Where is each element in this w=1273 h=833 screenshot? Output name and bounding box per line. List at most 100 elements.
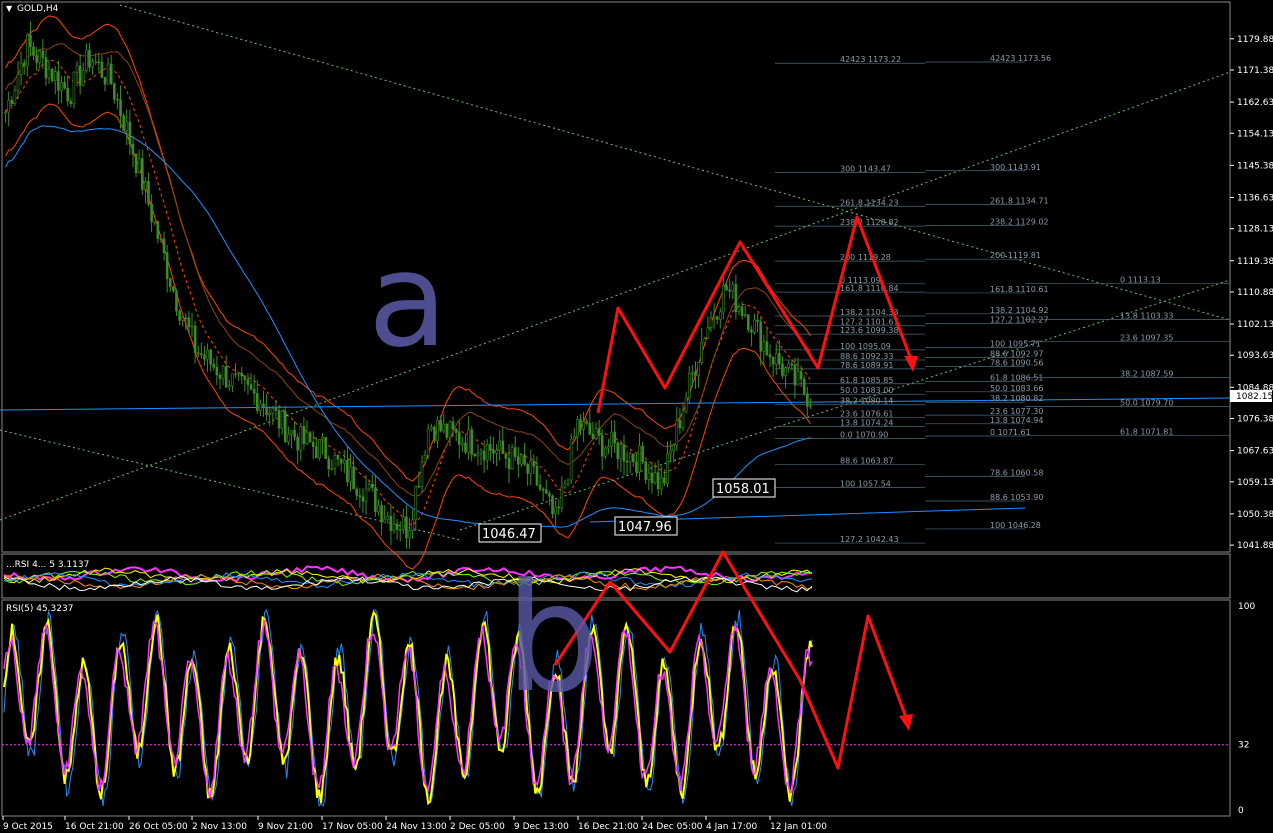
- candle-body: [793, 365, 797, 386]
- candle-body: [240, 372, 244, 377]
- dropdown-arrow-icon[interactable]: ▼: [6, 4, 13, 13]
- candle-body: [461, 442, 464, 445]
- candle-body: [628, 453, 632, 463]
- candle-body: [588, 423, 592, 435]
- candle-body: [591, 433, 595, 439]
- candle-body: [659, 477, 663, 490]
- candle-body: [436, 420, 439, 442]
- candle-body: [672, 444, 676, 452]
- candle-body: [448, 421, 452, 438]
- candle-body: [280, 410, 284, 429]
- candle-body: [184, 317, 188, 320]
- candle-body: [513, 447, 517, 457]
- candle-body: [706, 327, 710, 339]
- rsi-lines: [2, 609, 1230, 807]
- candle-body: [243, 375, 247, 380]
- candle-body: [196, 352, 200, 355]
- time-axis-label: 26 Oct 05:00: [129, 822, 188, 832]
- candle-body: [433, 426, 436, 442]
- candle-body: [386, 515, 390, 520]
- fib-level-label: 261.8 1134.23: [840, 198, 899, 207]
- price-axis-label: 1145.38: [1237, 161, 1273, 171]
- price-axis-label: 1110.88: [1237, 288, 1273, 298]
- candle-body: [311, 441, 315, 447]
- candle-body: [57, 71, 60, 91]
- candle-body: [305, 432, 309, 445]
- wave-label-a: a: [368, 224, 448, 376]
- fib-level-label: 50.0 1079.70: [1120, 398, 1173, 407]
- fib-level-label: 23.6 1077.30: [990, 407, 1043, 416]
- fib-level-label: 261.8 1134.71: [990, 197, 1049, 206]
- candle-body: [479, 450, 483, 454]
- candle-body: [140, 158, 144, 190]
- candle-body: [10, 99, 14, 104]
- candle-body: [361, 496, 365, 502]
- candle-body: [722, 285, 725, 313]
- candle-body: [355, 488, 359, 496]
- time-axis-label: 4 Jan 17:00: [706, 822, 758, 832]
- candle-body: [380, 505, 383, 523]
- time-axis-label: 2 Nov 13:00: [192, 822, 247, 832]
- candle-body: [781, 363, 784, 376]
- candle-body: [607, 446, 610, 449]
- candle-body: [367, 483, 371, 490]
- fib-level-label: 42423 1173.56: [990, 54, 1051, 63]
- candle-body: [290, 429, 293, 435]
- time-axis-label: 24 Dec 05:00: [642, 822, 703, 832]
- candle-body: [420, 461, 424, 487]
- candle-body: [806, 393, 809, 407]
- candle-body: [544, 489, 548, 494]
- swing-low-1-label: 1046.47: [482, 527, 536, 542]
- candle-body: [274, 408, 278, 411]
- fib-level-label: 78.6 1090.56: [990, 358, 1043, 367]
- rsi-axis-label: 0: [1238, 806, 1244, 816]
- candle-body: [526, 463, 529, 474]
- candle-body: [26, 34, 29, 67]
- fib-level-label: 61.8 1086.51: [990, 373, 1043, 382]
- fib-level-label: 23.6 1097.35: [1120, 334, 1173, 343]
- candle-body: [150, 203, 153, 223]
- candle-body: [315, 446, 318, 459]
- candle-body: [613, 431, 616, 444]
- candle-body: [529, 460, 533, 474]
- candle-body: [119, 99, 122, 116]
- fib-level-label: 38.2 1080.14: [840, 397, 893, 406]
- candle-body: [597, 428, 601, 436]
- candle-body: [756, 319, 759, 323]
- candle-body: [666, 453, 669, 484]
- candle-body: [116, 98, 119, 101]
- current-price-line: [0, 397, 1231, 411]
- fib-level-label: 78.6 1060.58: [990, 468, 1043, 477]
- price-axis-label: 1093.63: [1237, 351, 1273, 361]
- candle-body: [193, 325, 197, 353]
- candle-body: [75, 65, 79, 73]
- candle-body: [60, 82, 63, 91]
- fib-level-label: 238.2 1129.02: [990, 217, 1049, 226]
- candle-body: [532, 460, 536, 467]
- candle-body: [32, 46, 35, 56]
- candle-body: [212, 363, 216, 368]
- candle-body: [97, 61, 101, 64]
- candle-body: [566, 479, 570, 485]
- candle-body: [684, 397, 688, 412]
- candle-body: [13, 89, 17, 104]
- fib-level-label: 300 1143.47: [840, 164, 891, 173]
- candle-body: [796, 371, 800, 386]
- candle-body: [750, 329, 753, 333]
- candle-body: [576, 419, 579, 438]
- candle-body: [190, 325, 194, 328]
- candle-body: [442, 423, 446, 432]
- candle-body: [616, 442, 620, 460]
- candle-body: [557, 506, 561, 509]
- candle-body: [610, 431, 613, 447]
- fib-level-label: 78.6 1089.91: [840, 361, 893, 370]
- candle-body: [538, 484, 542, 490]
- main-chart-frame: [1, 1, 1231, 553]
- fib-level-label: 13.8 1074.24: [840, 418, 893, 427]
- candle-body: [778, 353, 781, 365]
- price-axis-label: 1128.13: [1237, 225, 1273, 235]
- candle-body: [728, 289, 731, 292]
- candle-body: [349, 466, 352, 483]
- price-axis-label: 1102.13: [1237, 320, 1273, 330]
- candle-body: [234, 373, 237, 376]
